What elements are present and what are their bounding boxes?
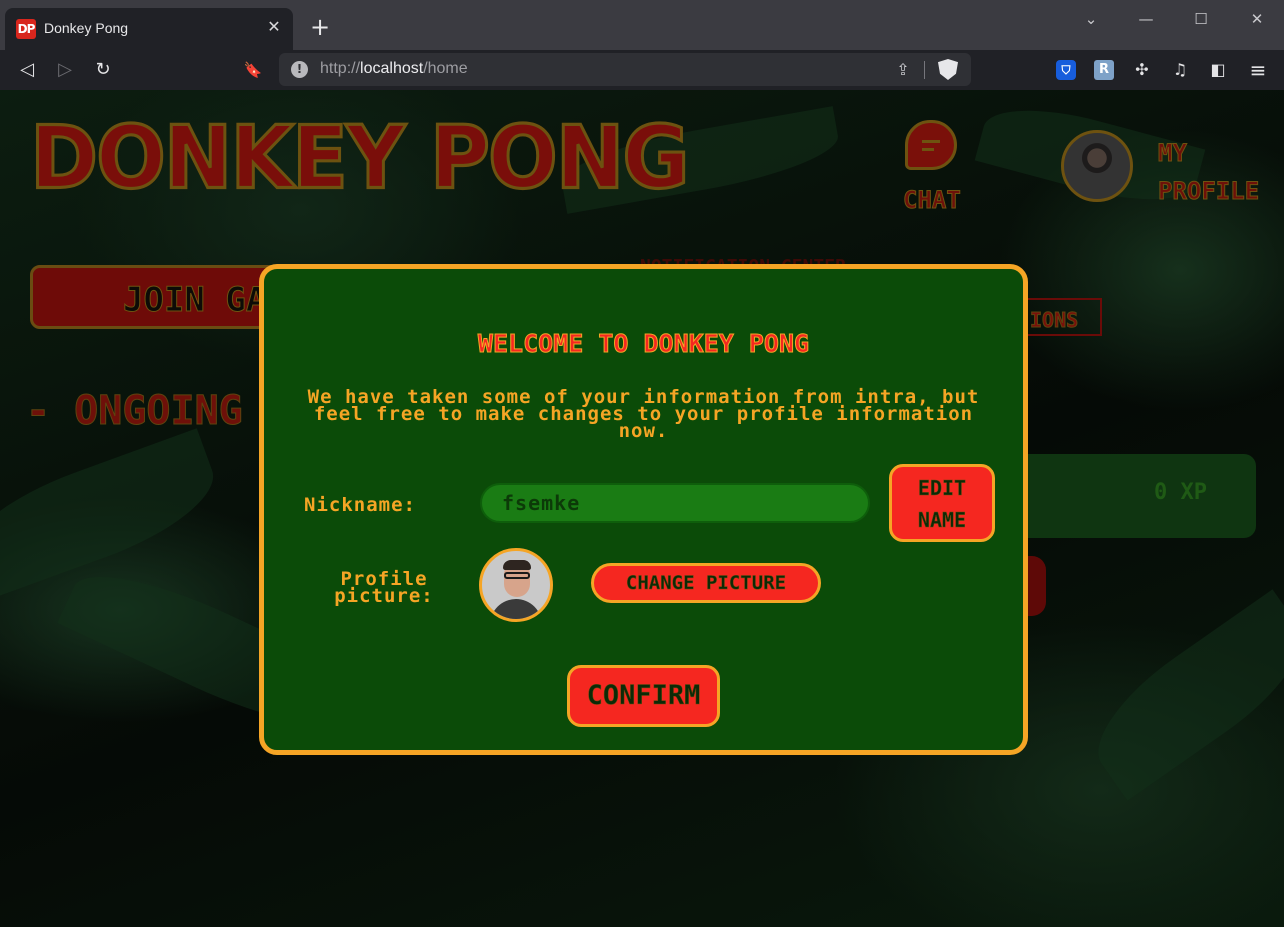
- tab-close-icon[interactable]: ✕: [263, 16, 285, 38]
- chat-icon[interactable]: [905, 120, 957, 170]
- tab-title: Donkey Pong: [44, 20, 129, 36]
- notifications-tab-label: IONS: [1029, 308, 1079, 333]
- site-info-icon[interactable]: !: [291, 61, 308, 78]
- forward-icon[interactable]: ▷: [50, 55, 80, 85]
- change-picture-button[interactable]: CHANGE PICTURE: [591, 563, 821, 603]
- profile-picture-label-line2: picture:: [334, 585, 434, 607]
- bookmark-icon[interactable]: 🔖: [238, 55, 268, 85]
- new-tab-icon[interactable]: +: [306, 14, 334, 42]
- url-text[interactable]: http://localhost/home: [320, 60, 468, 78]
- edit-name-button[interactable]: EDIT NAME: [889, 464, 995, 542]
- browser-toolbar: ◁ ▷ ↻ 🔖 ! http://localhost/home ⇪ ⛉ R ✣ …: [0, 50, 1284, 90]
- my-profile-label-line1: MY: [1157, 139, 1187, 168]
- window-close-icon[interactable]: ✕: [1238, 8, 1276, 30]
- ongoing-games-heading: - ONGOING G: [26, 388, 292, 435]
- my-profile-link[interactable]: MY PROFILE: [1157, 134, 1260, 210]
- notifications-tab[interactable]: IONS: [1020, 298, 1102, 336]
- browser-tab[interactable]: DP Donkey Pong ✕: [5, 8, 293, 50]
- extension-r-icon[interactable]: R: [1094, 60, 1114, 80]
- profile-picture: [479, 548, 553, 622]
- menu-icon[interactable]: ≡: [1246, 58, 1270, 82]
- maximize-icon[interactable]: ☐: [1182, 8, 1220, 30]
- bitwarden-icon[interactable]: ⛉: [1056, 60, 1076, 80]
- nickname-input[interactable]: [480, 483, 870, 523]
- profile-picture-label: Profile picture:: [314, 570, 454, 607]
- address-bar[interactable]: ! http://localhost/home ⇪: [279, 53, 971, 86]
- minimize-icon[interactable]: —: [1127, 8, 1165, 30]
- tab-search-icon[interactable]: ⌄: [1072, 8, 1110, 30]
- modal-description: We have taken some of your information f…: [307, 386, 980, 442]
- nickname-label: Nickname:: [304, 494, 416, 516]
- my-profile-label-line2: PROFILE: [1157, 177, 1260, 206]
- sidebar-toggle-icon[interactable]: ◧: [1206, 58, 1230, 82]
- join-game-label: JOIN GA: [122, 280, 267, 321]
- share-icon[interactable]: ⇪: [891, 58, 915, 82]
- edit-name-label-line2: NAME: [917, 508, 967, 533]
- modal-title: WELCOME TO DONKEY PONG: [477, 329, 810, 359]
- extensions-puzzle-icon[interactable]: ✣: [1130, 58, 1154, 82]
- xp-value: 0 XP: [1154, 480, 1207, 505]
- xp-card: 0 XP: [1010, 454, 1256, 538]
- avatar[interactable]: [1061, 130, 1133, 202]
- back-icon[interactable]: ◁: [12, 55, 42, 85]
- favicon-icon: DP: [16, 19, 36, 39]
- jungle-leaf: [1075, 589, 1284, 801]
- edit-name-label-line1: EDIT: [917, 476, 967, 501]
- confirm-button[interactable]: CONFIRM: [567, 665, 720, 727]
- welcome-modal: WELCOME TO DONKEY PONG We have taken som…: [259, 264, 1028, 755]
- browser-tab-bar: DP Donkey Pong ✕ + ⌄ — ☐ ✕: [0, 0, 1284, 50]
- chat-label[interactable]: CHAT: [903, 186, 962, 215]
- reload-icon[interactable]: ↻: [88, 55, 118, 85]
- app-logo[interactable]: DONKEY PONG: [29, 114, 692, 203]
- brave-shields-icon[interactable]: [938, 59, 958, 80]
- divider: [924, 61, 925, 79]
- media-controls-icon[interactable]: ♫: [1168, 58, 1192, 82]
- jungle-leaf: [0, 428, 228, 602]
